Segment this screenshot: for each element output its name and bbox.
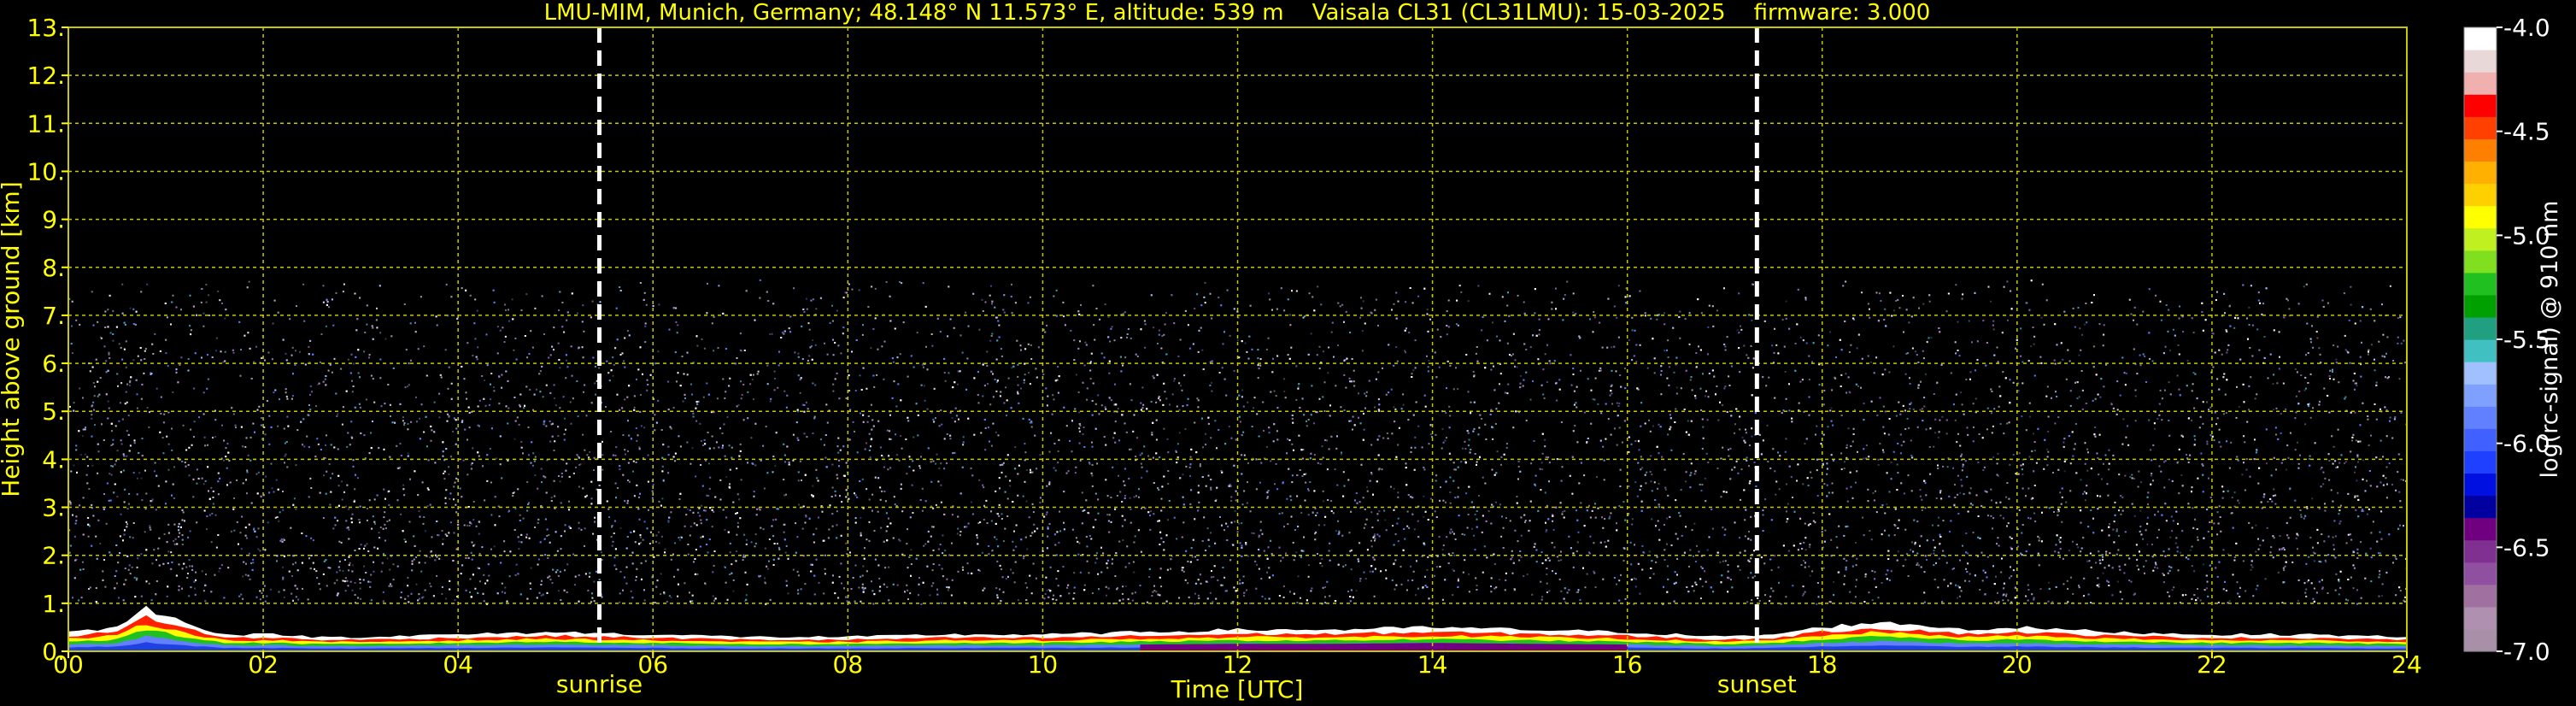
y-tick-label: 12. bbox=[26, 62, 65, 90]
colorbar-segment bbox=[2464, 406, 2497, 429]
x-tick-label: 24 bbox=[2391, 650, 2422, 679]
y-tick-label: 9. bbox=[42, 206, 65, 234]
colorbar-segment bbox=[2464, 428, 2497, 451]
x-tick-label: 06 bbox=[637, 650, 668, 679]
x-tick-label: 14 bbox=[1417, 650, 1448, 679]
colorbar-segment bbox=[2464, 628, 2497, 652]
colorbar-segment bbox=[2464, 227, 2497, 251]
colorbar-segment bbox=[2464, 339, 2497, 362]
x-tick-label: 22 bbox=[2197, 650, 2227, 679]
y-tick-label: 13. bbox=[26, 14, 65, 42]
colorbar-segment bbox=[2464, 517, 2497, 541]
colorbar-segment bbox=[2464, 250, 2497, 274]
y-tick-label: 2. bbox=[42, 542, 65, 570]
colorbar-segment bbox=[2464, 94, 2497, 117]
x-tick-label: 02 bbox=[248, 650, 279, 679]
y-tick-label: 10. bbox=[26, 157, 65, 185]
colorbar-segment bbox=[2464, 27, 2497, 50]
colorbar-tick-label: -4.5 bbox=[2503, 118, 2550, 146]
colorbar-segment bbox=[2464, 362, 2497, 385]
colorbar-segment bbox=[2464, 316, 2497, 340]
y-tick-label: 4. bbox=[42, 445, 65, 474]
y-tick-label: 0. bbox=[42, 638, 65, 666]
colorbar-segment bbox=[2464, 205, 2497, 229]
colorbar-tick-label: -4.0 bbox=[2503, 14, 2550, 42]
colorbar-segment bbox=[2464, 72, 2497, 95]
x-tick-label: 20 bbox=[2002, 650, 2033, 679]
colorbar-label: log(rc-signal) @ 910 nm bbox=[2537, 201, 2563, 479]
y-tick-label: 7. bbox=[42, 302, 65, 330]
colorbar-segment bbox=[2464, 584, 2497, 608]
y-tick-label: 11. bbox=[26, 109, 65, 138]
colorbar-segment bbox=[2464, 539, 2497, 563]
colorbar-segment bbox=[2464, 450, 2497, 474]
x-tick-label: 18 bbox=[1807, 650, 1838, 679]
y-axis-label: Height above ground [km] bbox=[0, 181, 25, 497]
colorbar-segment bbox=[2464, 473, 2497, 497]
colorbar-segment bbox=[2464, 606, 2497, 630]
colorbar-segment bbox=[2464, 272, 2497, 296]
x-tick-label: 04 bbox=[443, 650, 473, 679]
event-label-sunrise: sunrise bbox=[556, 670, 643, 698]
y-tick-label: 8. bbox=[42, 254, 65, 282]
event-label-sunset: sunset bbox=[1717, 670, 1797, 698]
colorbar-segment bbox=[2464, 384, 2497, 407]
x-axis-label: Time [UTC] bbox=[1171, 675, 1304, 703]
y-tick-label: 6. bbox=[42, 350, 65, 378]
colorbar-segment bbox=[2464, 562, 2497, 585]
colorbar-segment bbox=[2464, 495, 2497, 519]
x-tick-label: 10 bbox=[1028, 650, 1059, 679]
x-tick-label: 16 bbox=[1612, 650, 1643, 679]
colorbar-segment bbox=[2464, 116, 2497, 139]
colorbar-segment bbox=[2464, 294, 2497, 318]
y-tick-label: 5. bbox=[42, 397, 65, 426]
colorbar-tick-label: -6.5 bbox=[2503, 533, 2550, 562]
y-tick-label: 1. bbox=[42, 590, 65, 618]
chart-title: LMU-MIM, Munich, Germany; 48.148° N 11.5… bbox=[544, 0, 1931, 26]
ceilometer-chart: LMU-MIM, Munich, Germany; 48.148° N 11.5… bbox=[0, 0, 2576, 706]
colorbar-segment bbox=[2464, 138, 2497, 162]
x-tick-label: 08 bbox=[833, 650, 864, 679]
colorbar-segment bbox=[2464, 161, 2497, 185]
colorbar-tick-label: -7.0 bbox=[2503, 638, 2550, 666]
y-tick-label: 3. bbox=[42, 494, 65, 522]
colorbar-segment bbox=[2464, 183, 2497, 207]
colorbar-segment bbox=[2464, 50, 2497, 73]
